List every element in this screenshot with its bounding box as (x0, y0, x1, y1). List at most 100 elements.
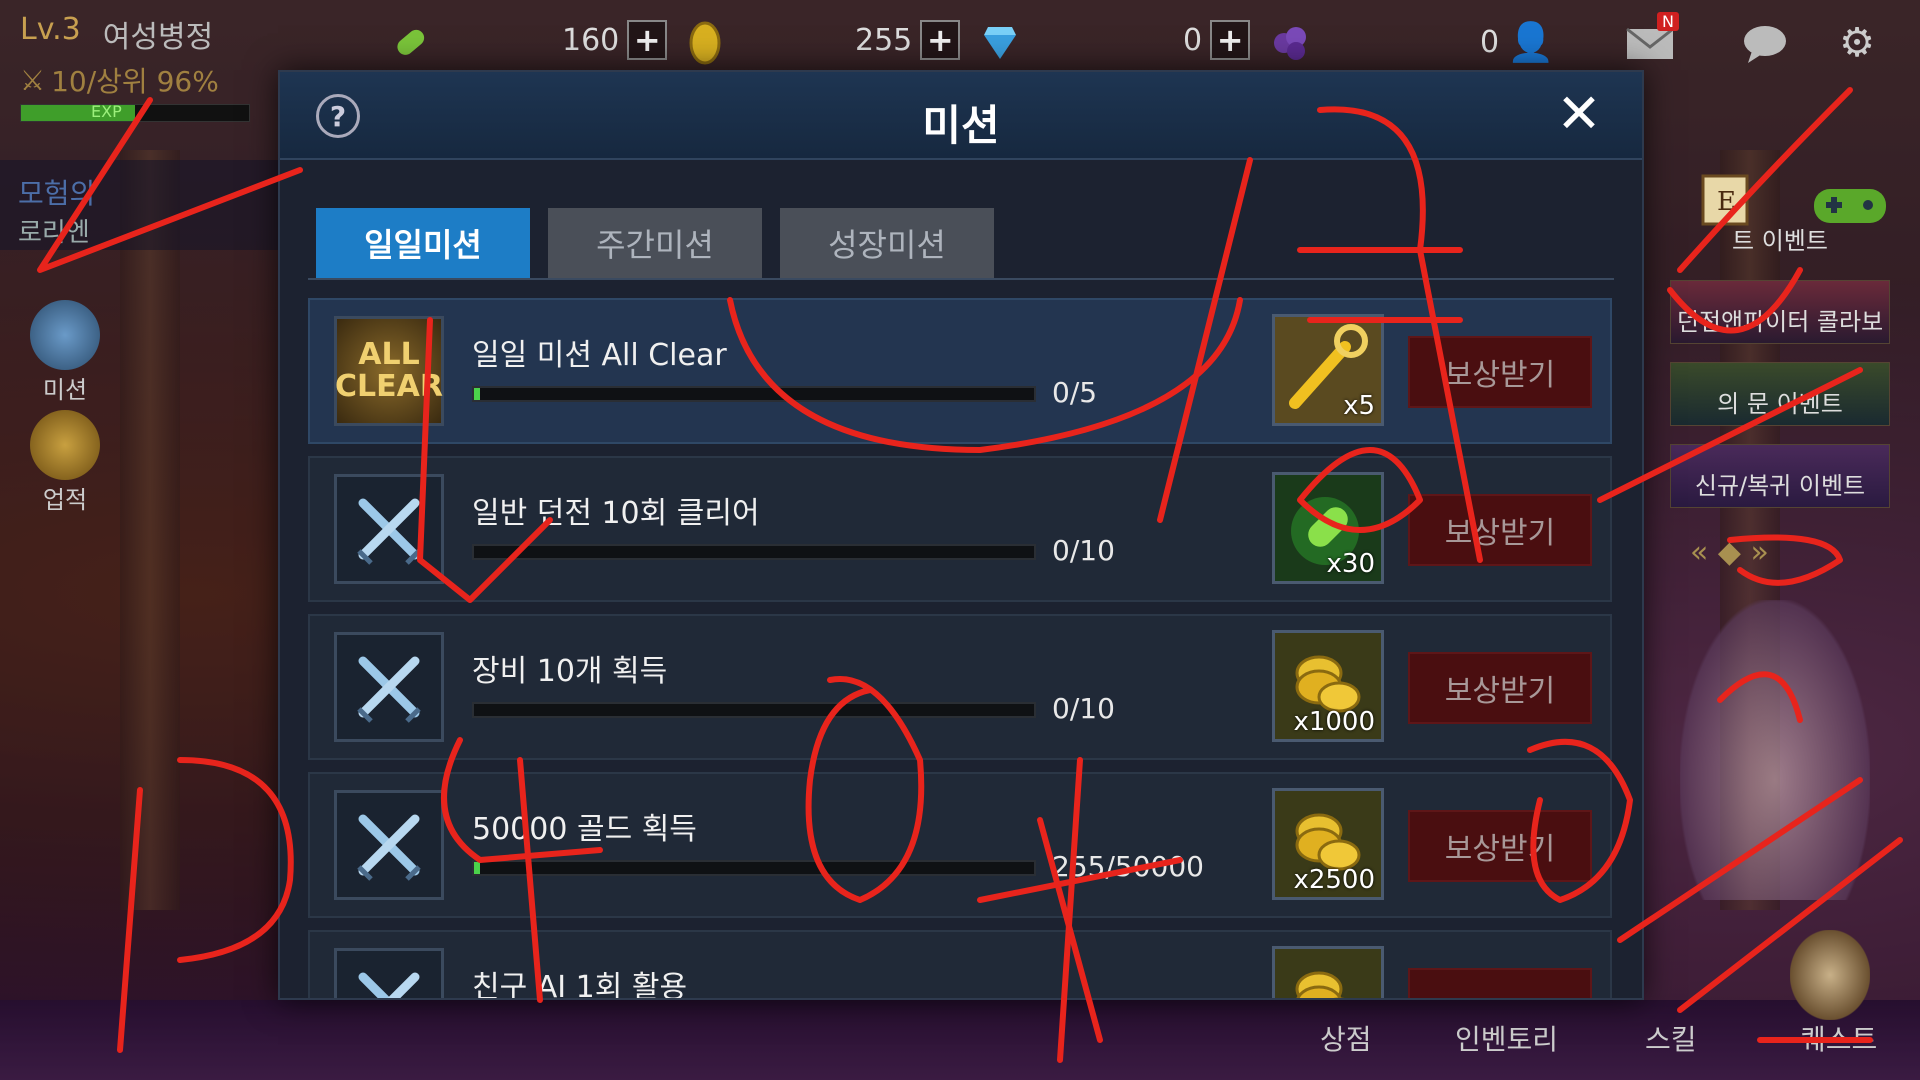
mission-row: 일반 던전 10회 클리어 0/10 x30 보상받기 (308, 456, 1612, 602)
reward-count: x1000 (1293, 707, 1375, 737)
tab-daily-mission[interactable]: 일일미션 (316, 208, 530, 278)
exp-bar: EXP (20, 102, 250, 122)
achievement-menu-button[interactable]: 업적 (20, 410, 110, 515)
event-banner-label: 신규/복귀 이벤트 (1694, 472, 1866, 500)
event-banner-label: 의 문 이벤트 (1717, 390, 1843, 418)
mission-title: 친구 AI 1회 활용 (472, 970, 688, 1000)
gold-coins-icon (1275, 949, 1381, 998)
quest-scroll-icon (1790, 930, 1870, 1020)
friend-value: 0 (1480, 25, 1500, 60)
mission-title: 50000 골드 획득 (472, 812, 697, 847)
stamina-potion-icon (385, 18, 435, 68)
stamina-plus-button[interactable]: + (627, 20, 668, 60)
claim-reward-button[interactable] (1408, 968, 1592, 998)
reward-slot: x1000 (1272, 630, 1384, 742)
reward-count: x2500 (1293, 865, 1375, 895)
gem-plus-button[interactable]: + (1210, 20, 1251, 60)
banner-page-arrows[interactable]: « ◆ » (1690, 535, 1769, 570)
adventure-title: 모험의 (18, 177, 96, 210)
mission-title: 일반 던전 10회 클리어 (472, 496, 760, 531)
stamina-value: 160 (562, 22, 620, 58)
mail-badge: N (1657, 12, 1679, 31)
mission-icon (30, 300, 100, 370)
mission-progress-bar (472, 860, 1036, 876)
gold-value: 255 (855, 22, 913, 58)
mission-progress-bar (472, 544, 1036, 560)
mission-progress-text: 0/10 (1052, 692, 1115, 725)
event-banner[interactable]: 의 문 이벤트 (1670, 362, 1890, 426)
reward-slot: x5 (1272, 314, 1384, 426)
gem-counter: 0 + (1183, 20, 1251, 60)
mission-progress-fill (474, 388, 480, 400)
player-rank: 10/상위 96% (51, 65, 219, 98)
event-banner-label: 던전앤파이터 콜라보 (1676, 308, 1884, 336)
claim-reward-button[interactable]: 보상받기 (1408, 652, 1592, 724)
close-button[interactable]: ✕ (1554, 82, 1604, 145)
pvp-swords-icon: ⚔ (20, 63, 46, 97)
mail-icon[interactable]: N (1625, 12, 1679, 68)
crossed-swords-icon (334, 948, 444, 998)
friend-counter[interactable]: 0 👤 (1480, 20, 1554, 65)
claim-reward-button[interactable]: 보상받기 (1408, 810, 1592, 882)
gold-plus-button[interactable]: + (920, 20, 961, 60)
reward-count: x5 (1343, 391, 1375, 421)
mission-tabs: 일일미션 주간미션 성장미션 (316, 208, 994, 278)
diamond-icon (975, 18, 1025, 68)
mission-progress-text: 255/50000 (1052, 850, 1204, 883)
player-job: 여성병정 (102, 20, 214, 55)
reward-slot: x30 (1272, 472, 1384, 584)
tab-weekly-mission[interactable]: 주간미션 (548, 208, 762, 278)
event-banner[interactable]: 트 이벤트 (1670, 210, 1890, 262)
mission-row: ALL CLEAR 일일 미션 All Clear 0/5 x5 보상받기 (308, 298, 1612, 444)
achievement-medal-icon (30, 410, 100, 480)
inventory-button[interactable]: 인벤토리 (1455, 1018, 1558, 1058)
adventure-subtitle: 로리엔 (18, 218, 90, 248)
mission-progress-text: 0/5 (1052, 376, 1098, 409)
dialog-header: ? 미션 ✕ (280, 72, 1642, 160)
reward-slot: x2500 (1272, 788, 1384, 900)
reward-count: x30 (1326, 549, 1375, 579)
gem-value: 0 (1183, 22, 1203, 58)
tab-divider (308, 278, 1614, 280)
shop-button[interactable]: 상점 (1320, 1018, 1372, 1058)
mission-progress-bar (472, 386, 1036, 402)
exp-label: EXP (91, 102, 122, 121)
chat-icon[interactable] (1740, 18, 1790, 68)
all-clear-icon-text: ALL CLEAR (335, 337, 443, 404)
claim-reward-button[interactable]: 보상받기 (1408, 494, 1592, 566)
achievement-menu-label: 업적 (42, 486, 88, 514)
event-banner-label: 트 이벤트 (1732, 227, 1828, 255)
all-clear-icon: ALL CLEAR (334, 316, 444, 426)
mission-row: 장비 10개 획득 0/10 x1000 보상받기 (308, 614, 1612, 760)
tab-growth-mission[interactable]: 성장미션 (780, 208, 994, 278)
gold-counter: 255 + (855, 20, 961, 60)
mission-title: 장비 10개 획득 (472, 654, 668, 689)
quest-button[interactable]: 퀘스트 (1800, 1018, 1877, 1058)
mission-progress-bar (472, 702, 1036, 718)
stamina-counter: 160 + (562, 20, 668, 60)
event-banner[interactable]: 던전앤파이터 콜라보 (1670, 280, 1890, 344)
castle-art (1680, 600, 1870, 900)
mission-menu-button[interactable]: 미션 (20, 300, 110, 405)
dialog-title: 미션 (922, 101, 1000, 150)
mission-menu-label: 미션 (42, 376, 88, 404)
settings-gear-icon[interactable]: ⚙ (1832, 18, 1882, 68)
claim-reward-button[interactable]: 보상받기 (1408, 336, 1592, 408)
crossed-swords-icon (334, 790, 444, 900)
skill-button[interactable]: 스킬 (1645, 1018, 1697, 1058)
mission-dialog: ? 미션 ✕ 일일미션 주간미션 성장미션 ALL CLEAR 일일 미션 All… (278, 70, 1644, 1000)
friend-icon: 👤 (1507, 20, 1555, 64)
event-banner[interactable]: 신규/복귀 이벤트 (1670, 444, 1890, 508)
crystal-cluster-icon (1265, 18, 1315, 68)
mission-row: 친구 AI 1회 활용 (308, 930, 1612, 1000)
mission-title: 일일 미션 All Clear (472, 338, 727, 373)
gold-coin-icon (680, 18, 730, 68)
reward-slot (1272, 946, 1384, 998)
player-level: Lv.3 (20, 12, 81, 47)
mission-row: 50000 골드 획득 255/50000 x2500 보상받기 (308, 772, 1612, 918)
crossed-swords-icon (334, 474, 444, 584)
mission-progress-text: 0/10 (1052, 534, 1115, 567)
crossed-swords-icon (334, 632, 444, 742)
mission-progress-fill (474, 862, 480, 874)
player-status: Lv.3 여성병정 ⚔ 10/상위 96% EXP (20, 12, 260, 122)
